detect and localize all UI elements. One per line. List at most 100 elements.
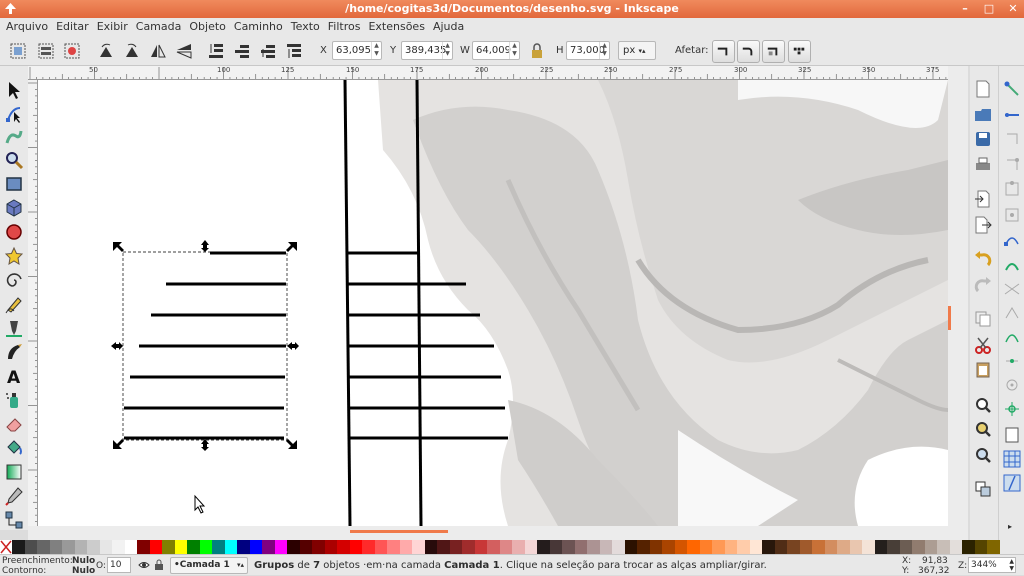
- color-swatch[interactable]: [424, 540, 437, 554]
- color-swatch[interactable]: [212, 540, 225, 554]
- zoom-tool-icon[interactable]: [4, 150, 24, 170]
- color-swatch[interactable]: [687, 540, 700, 554]
- color-swatch[interactable]: [149, 540, 162, 554]
- resize-handle-w-icon[interactable]: [111, 342, 123, 350]
- color-swatch[interactable]: [887, 540, 900, 554]
- color-swatch[interactable]: [474, 540, 487, 554]
- color-swatch[interactable]: [649, 540, 662, 554]
- color-swatch[interactable]: [824, 540, 837, 554]
- color-swatch[interactable]: [762, 540, 775, 554]
- color-swatch[interactable]: [62, 540, 75, 554]
- color-swatch[interactable]: [437, 540, 450, 554]
- snap-page-border-icon[interactable]: [1003, 426, 1021, 444]
- color-swatch[interactable]: [712, 540, 725, 554]
- export-icon[interactable]: [974, 216, 992, 234]
- x-field[interactable]: 63,095 ▲ ▼: [332, 41, 382, 60]
- select-all-icon[interactable]: [8, 41, 28, 61]
- affect-gradients-button[interactable]: [762, 40, 785, 63]
- ellipse-tool-icon[interactable]: [4, 222, 24, 242]
- lower-icon[interactable]: [232, 41, 252, 61]
- menu-edit[interactable]: Editar: [52, 20, 93, 33]
- gradient-tool-icon[interactable]: [4, 462, 24, 482]
- resize-handle-ne-icon[interactable]: [286, 242, 297, 252]
- color-swatch[interactable]: [87, 540, 100, 554]
- color-swatch[interactable]: [312, 540, 325, 554]
- color-swatch[interactable]: [674, 540, 687, 554]
- rotate-ccw-icon[interactable]: [96, 41, 116, 61]
- color-swatch[interactable]: [987, 540, 1000, 554]
- rotate-cw-icon[interactable]: [122, 41, 142, 61]
- tweak-tool-icon[interactable]: [4, 126, 24, 146]
- color-swatch[interactable]: [274, 540, 287, 554]
- resize-handle-s-icon[interactable]: [201, 439, 209, 451]
- menu-extensions[interactable]: Extensões: [364, 20, 428, 33]
- color-swatch[interactable]: [362, 540, 375, 554]
- text-tool-icon[interactable]: A: [4, 366, 24, 386]
- resize-handle-se-icon[interactable]: [286, 439, 297, 449]
- color-swatch[interactable]: [162, 540, 175, 554]
- selected-line-group[interactable]: [124, 251, 286, 440]
- pen-tool-icon[interactable]: [4, 318, 24, 338]
- drawing-canvas[interactable]: [38, 80, 948, 526]
- copy-icon[interactable]: [974, 310, 992, 328]
- snap-bbox-corner-icon[interactable]: [1003, 156, 1021, 174]
- color-swatch[interactable]: [874, 540, 887, 554]
- snap-bbox-midpoint-icon[interactable]: [1003, 180, 1021, 198]
- y-field[interactable]: 389,435 ▲ ▼: [401, 41, 453, 60]
- affect-corners-button[interactable]: [737, 40, 760, 63]
- color-swatch[interactable]: [862, 540, 875, 554]
- color-swatch[interactable]: [574, 540, 587, 554]
- color-swatch[interactable]: [512, 540, 525, 554]
- color-swatch[interactable]: [624, 540, 637, 554]
- color-swatch[interactable]: [199, 540, 212, 554]
- redo-icon[interactable]: [974, 276, 992, 294]
- color-swatch[interactable]: [949, 540, 962, 554]
- unit-select[interactable]: px ▾▴: [618, 41, 656, 60]
- snap-nodes-icon[interactable]: [1003, 230, 1021, 248]
- color-swatch[interactable]: [849, 540, 862, 554]
- color-swatch[interactable]: [337, 540, 350, 554]
- h-field[interactable]: 73,000 ▲ ▼: [566, 41, 610, 60]
- spray-tool-icon[interactable]: [4, 390, 24, 410]
- resize-handle-nw-icon[interactable]: [113, 242, 124, 252]
- dropper-tool-icon[interactable]: [4, 486, 24, 506]
- expand-arrow-icon[interactable]: ▸: [1008, 522, 1012, 531]
- color-swatch[interactable]: [74, 540, 87, 554]
- snap-grid-icon[interactable]: [1003, 450, 1021, 468]
- close-icon[interactable]: ✕: [1006, 0, 1020, 18]
- color-swatch[interactable]: [49, 540, 62, 554]
- color-swatch[interactable]: [699, 540, 712, 554]
- vertical-scrollbar[interactable]: [948, 66, 968, 530]
- color-swatch[interactable]: [237, 540, 250, 554]
- maximize-icon[interactable]: □: [982, 0, 996, 18]
- zoom-drawing-icon[interactable]: [974, 420, 992, 438]
- opacity-field[interactable]: 10: [107, 557, 131, 573]
- star-tool-icon[interactable]: [4, 246, 24, 266]
- fill-value[interactable]: Nulo: [72, 556, 95, 566]
- raise-icon[interactable]: [258, 41, 278, 61]
- spin-arrows-icon[interactable]: ▲ ▼: [509, 42, 519, 59]
- color-swatch[interactable]: [299, 540, 312, 554]
- color-swatch[interactable]: [324, 540, 337, 554]
- calligraphy-tool-icon[interactable]: [4, 342, 24, 362]
- paste-icon[interactable]: [974, 360, 992, 378]
- color-swatch[interactable]: [799, 540, 812, 554]
- color-swatch[interactable]: [387, 540, 400, 554]
- menu-view[interactable]: Exibir: [93, 20, 132, 33]
- color-swatch[interactable]: [524, 540, 537, 554]
- spin-arrows-icon[interactable]: ▲ ▼: [1009, 558, 1014, 572]
- color-swatch[interactable]: [374, 540, 387, 554]
- color-swatch[interactable]: [549, 540, 562, 554]
- connector-tool-icon[interactable]: [4, 510, 24, 530]
- color-swatch[interactable]: [124, 540, 137, 554]
- lower-to-bottom-icon[interactable]: [206, 41, 226, 61]
- resize-handle-n-icon[interactable]: [201, 240, 209, 252]
- color-swatch[interactable]: [249, 540, 262, 554]
- group-icon[interactable]: [974, 480, 992, 498]
- undo-icon[interactable]: [974, 250, 992, 268]
- snap-intersections-icon[interactable]: [1003, 280, 1021, 298]
- zoom-field[interactable]: 344% ▲ ▼: [968, 557, 1016, 573]
- cut-icon[interactable]: [974, 336, 992, 354]
- menu-file[interactable]: Arquivo: [2, 20, 52, 33]
- color-swatch[interactable]: [612, 540, 625, 554]
